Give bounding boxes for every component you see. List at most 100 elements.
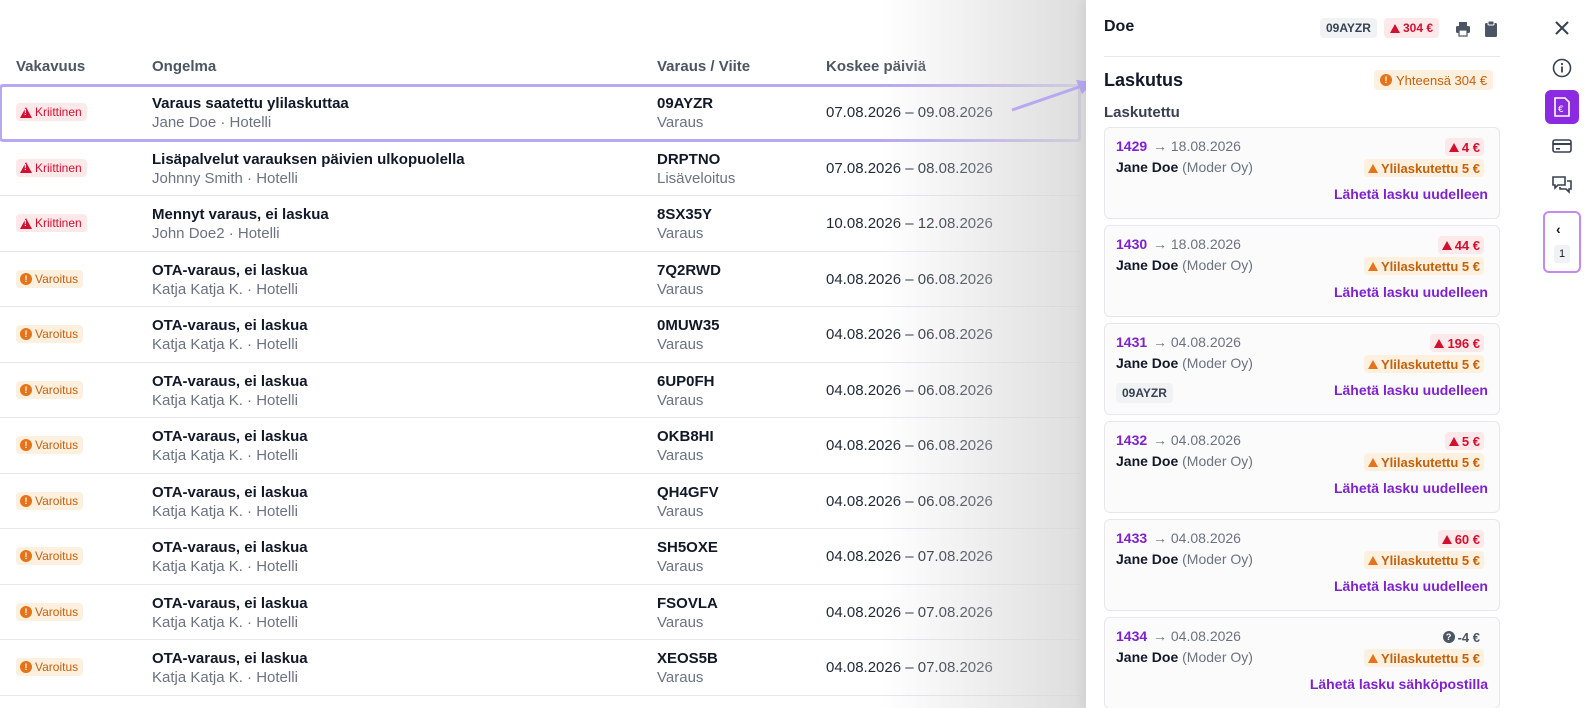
overbilled-badge: Ylilaskutettu 5 €	[1364, 355, 1484, 373]
invoice-number[interactable]: 1433	[1116, 530, 1147, 546]
overbilled-label: Ylilaskutettu 5 €	[1381, 650, 1480, 666]
resend-invoice-link[interactable]: Lähetä lasku uudelleen	[1334, 382, 1488, 398]
table-row[interactable]: ! Varoitus OTA-varaus, ei laskua Katja Katj…	[0, 418, 1080, 474]
overbilled-label: Ylilaskutettu 5 €	[1381, 552, 1480, 568]
warning-triangle-icon	[1368, 261, 1379, 271]
affected-days: 10.08.2026 – 12.08.2026	[826, 215, 993, 232]
resend-invoice-link[interactable]: Lähetä lasku sähköpostilla	[1310, 676, 1488, 692]
invoice-amount-value: 4 €	[1461, 139, 1480, 155]
table-row[interactable]: Kriittinen Lisäpalvelut varauksen päivien…	[0, 141, 1080, 196]
problem-title: OTA-varaus, ei laskua	[152, 594, 308, 612]
info-icon[interactable]	[1545, 51, 1579, 85]
invoice-customer: Jane Doe (Moder Oy)	[1116, 551, 1253, 567]
invoice-euro-icon[interactable]: €	[1545, 90, 1579, 124]
table-row[interactable]: ! Varoitus OTA-varaus, ei laskua Katja Katj…	[0, 307, 1080, 363]
problem-subtitle: John Doe2 · Hotelli	[152, 225, 280, 242]
table-row[interactable]: Kriittinen Mennyt varaus, ei laskua John D…	[0, 196, 1080, 252]
customer-company: (Moder Oy)	[1182, 257, 1253, 273]
reference-code[interactable]: SH5OXE	[657, 539, 718, 556]
reference-code[interactable]: XEOS5B	[657, 650, 718, 667]
reference-code[interactable]: 6UP0FH	[657, 373, 715, 390]
invoice-amount-value: 196 €	[1447, 335, 1480, 351]
invoice-number[interactable]: 1434	[1116, 628, 1147, 644]
customer-name: Jane Doe	[1116, 551, 1179, 567]
severity-label: Varoitus	[35, 493, 79, 508]
invoiced-subtitle: Laskutettu	[1104, 104, 1180, 121]
invoice-amount: 4 €	[1444, 138, 1484, 156]
reference-type: Varaus	[657, 336, 704, 353]
resend-invoice-link[interactable]: Lähetä lasku uudelleen	[1334, 480, 1488, 496]
severity-label: Varoitus	[35, 438, 79, 452]
credit-card-icon[interactable]	[1545, 129, 1579, 163]
invoice-amount: 196 €	[1430, 334, 1484, 352]
invoice-reference-chip[interactable]: 09AYZR	[1116, 383, 1173, 403]
overbilled-label: Ylilaskutettu 5 €	[1381, 356, 1480, 372]
billing-total-badge: ! Yhteensä 304 €	[1374, 70, 1494, 90]
problem-subtitle: Katja Katja K. · Hotelli	[152, 502, 298, 520]
chat-icon[interactable]	[1545, 168, 1579, 202]
resend-invoice-link[interactable]: Lähetä lasku uudelleen	[1334, 186, 1488, 202]
reference-code[interactable]: 8SX35Y	[657, 206, 712, 223]
collapse-count: 1	[1554, 245, 1570, 263]
reference-type: Varaus	[657, 391, 704, 409]
invoice-card: 1433 → 04.08.2026 Jane Doe (Moder Oy) 60 € Y…	[1104, 519, 1500, 611]
overbilled-label: Ylilaskutettu 5 €	[1381, 160, 1480, 176]
reference-code[interactable]: 09AYZR	[657, 95, 713, 112]
problem-title: OTA-varaus, ei laskua	[152, 483, 308, 501]
total-alert-chip[interactable]: 304 €	[1384, 18, 1440, 38]
alert-triangle-icon	[20, 106, 32, 118]
severity-badge: Kriittinen	[16, 214, 87, 232]
customer-company: (Moder Oy)	[1182, 649, 1253, 665]
invoice-number[interactable]: 1429	[1116, 138, 1147, 154]
customer-company: (Moder Oy)	[1182, 551, 1253, 567]
alert-triangle-icon	[1448, 436, 1459, 446]
table-header: Vakavuus Ongelma Varaus / Viite Koskee p…	[0, 58, 1080, 78]
resend-invoice-link[interactable]: Lähetä lasku uudelleen	[1334, 578, 1488, 594]
severity-label: Varoitus	[35, 382, 79, 397]
warning-circle-icon: !	[20, 328, 32, 340]
invoice-number[interactable]: 1432	[1116, 432, 1147, 448]
severity-label: Kriittinen	[35, 216, 82, 230]
severity-badge: ! Varoitus	[16, 547, 84, 565]
header-problem[interactable]: Ongelma	[152, 58, 216, 75]
problem-title: Mennyt varaus, ei laskua	[152, 206, 329, 223]
table-row[interactable]: ! Varoitus OTA-varaus, ei laskua Katja Katj…	[0, 640, 1080, 696]
invoice-date: → 04.08.2026	[1153, 334, 1241, 350]
table-row[interactable]: ! Varoitus OTA-varaus, ei laskua Katja Katj…	[0, 585, 1080, 640]
reference-code[interactable]: 7Q2RWD	[657, 262, 721, 279]
resend-invoice-link[interactable]: Lähetä lasku uudelleen	[1334, 284, 1488, 300]
reference-type: Varaus	[657, 280, 704, 298]
severity-badge: Kriittinen	[16, 103, 87, 121]
header-days[interactable]: Koskee päiviä	[826, 58, 926, 75]
severity-label: Varoitus	[35, 604, 79, 619]
severity-label: Varoitus	[35, 549, 79, 563]
panel-header: Doe 09AYZR 304 €	[1104, 18, 1500, 40]
table-row[interactable]: ! Varoitus OTA-varaus, ei laskua Katja Katj…	[0, 474, 1080, 529]
invoice-card: 1429 → 18.08.2026 Jane Doe (Moder Oy) 4 € Yl…	[1104, 127, 1500, 219]
table-row[interactable]: ! Varoitus OTA-varaus, ei laskua Katja Katj…	[0, 363, 1080, 418]
header-reference[interactable]: Varaus / Viite	[657, 58, 750, 75]
reference-code[interactable]: FSOVLA	[657, 595, 718, 612]
reference-code[interactable]: 0MUW35	[657, 317, 720, 334]
header-severity[interactable]: Vakavuus	[16, 58, 85, 75]
close-icon[interactable]	[1545, 11, 1579, 45]
clipboard-icon[interactable]	[1482, 20, 1500, 38]
invoice-number[interactable]: 1430	[1116, 236, 1147, 252]
svg-text:€: €	[1558, 105, 1564, 115]
table-row[interactable]: ! Varoitus OTA-varaus, ei laskua Katja Katj…	[0, 252, 1080, 307]
reference-code[interactable]: DRPTNO	[657, 151, 720, 168]
reservation-chip[interactable]: 09AYZR	[1320, 18, 1377, 38]
print-icon[interactable]	[1454, 20, 1472, 38]
reference-code[interactable]: OKB8HI	[657, 428, 714, 445]
severity-badge: ! Varoitus	[16, 602, 84, 621]
collapse-panel-button[interactable]: ‹ 1	[1543, 211, 1581, 273]
severity-label: Varoitus	[35, 660, 79, 674]
warning-circle-icon: !	[20, 550, 32, 562]
problem-title: OTA-varaus, ei laskua	[152, 261, 308, 279]
warning-circle-icon: !	[20, 605, 32, 618]
invoice-number[interactable]: 1431	[1116, 334, 1147, 350]
invoice-date: → 04.08.2026	[1153, 530, 1241, 546]
table-row[interactable]: ! Varoitus OTA-varaus, ei laskua Katja Katj…	[0, 529, 1080, 585]
reference-code[interactable]: QH4GFV	[657, 484, 719, 501]
table-row[interactable]: Kriittinen Varaus saatettu ylilaskuttaa Ja…	[0, 84, 1081, 142]
